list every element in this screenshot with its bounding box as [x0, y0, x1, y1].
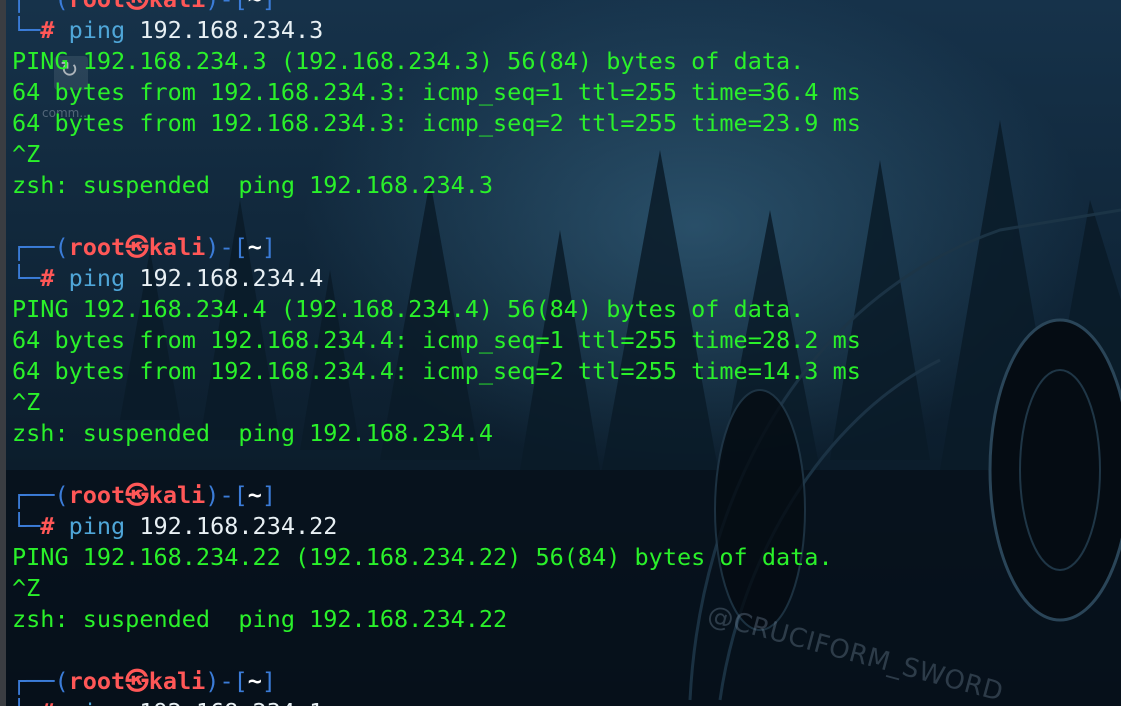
prompt-at-symbol: ㉿	[125, 233, 149, 261]
prompt-host: kali	[148, 233, 206, 261]
prompt-dir: ~	[248, 0, 262, 13]
prompt-user: root	[68, 233, 126, 261]
terminal-output[interactable]: ┌──(root㉿kali)-[~]└─# ping 192.168.234.3…	[12, 0, 1112, 706]
prompt-corner-top: ┌──	[12, 0, 54, 13]
prompt-header: ┌──(root㉿kali)-[~]	[12, 232, 1112, 263]
prompt-hash: #	[40, 16, 55, 44]
prompt-user: root	[69, 0, 126, 13]
prompt-dir: ~	[247, 481, 262, 509]
command-name: ping	[68, 16, 126, 44]
prompt-header: ┌──(root㉿kali)-[~]	[12, 480, 1112, 511]
command-target: 192.168.234.4	[139, 264, 324, 292]
prompt-host: kali	[149, 0, 206, 13]
command-name: ping	[68, 264, 126, 292]
prompt-open: (	[54, 233, 69, 261]
prompt-header: ┌──(root㉿kali)-[~]	[12, 666, 1112, 697]
prompt-at-symbol: ㉿	[125, 481, 149, 509]
prompt-host: kali	[148, 667, 206, 695]
output-line: 64 bytes from 192.168.234.3: icmp_seq=2 …	[12, 109, 861, 137]
output-line: PING 192.168.234.3 (192.168.234.3) 56(84…	[12, 47, 805, 75]
output-line: 64 bytes from 192.168.234.3: icmp_seq=1 …	[12, 78, 861, 106]
command-line: └─# ping 192.168.234.3	[12, 15, 1112, 46]
prompt-open: (	[54, 481, 69, 509]
prompt-at-symbol: ㉿	[125, 667, 149, 695]
command-line: └─# ping 192.168.234.1	[12, 697, 1112, 706]
prompt-hash: #	[40, 512, 55, 540]
output-line: PING 192.168.234.22 (192.168.234.22) 56(…	[12, 543, 833, 571]
prompt-hash: #	[40, 698, 54, 706]
prompt-open: (	[54, 667, 69, 695]
prompt-at-symbol: ㉿	[125, 0, 149, 13]
command-target: 192.168.234.3	[139, 16, 324, 44]
command-name: ping	[68, 512, 126, 540]
prompt-dir-open: )-[	[205, 0, 247, 13]
prompt-corner-top: ┌──	[12, 667, 55, 695]
prompt-open: (	[54, 0, 68, 13]
command-line: └─# ping 192.168.234.4	[12, 263, 1112, 294]
prompt-corner-bottom: └─	[12, 698, 40, 706]
prompt-hash: #	[40, 264, 55, 292]
output-line: ^Z	[12, 388, 41, 416]
prompt-corner-bottom: └─	[12, 512, 41, 540]
prompt-header: ┌──(root㉿kali)-[~]	[12, 0, 1112, 15]
command-target: 192.168.234.1	[139, 698, 323, 706]
prompt-dir-close: ]	[262, 0, 276, 13]
prompt-dir-open: )-[	[205, 481, 248, 509]
output-line: zsh: suspended ping 192.168.234.22	[12, 605, 508, 633]
command-line: └─# ping 192.168.234.22	[12, 511, 1112, 542]
prompt-dir-open: )-[	[205, 667, 248, 695]
prompt-user: root	[68, 667, 126, 695]
output-line: PING 192.168.234.4 (192.168.234.4) 56(84…	[12, 295, 805, 323]
prompt-host: kali	[148, 481, 206, 509]
prompt-corner-bottom: └─	[12, 16, 41, 44]
prompt-user: root	[68, 481, 126, 509]
output-line: ^Z	[12, 140, 41, 168]
prompt-dir-close: ]	[261, 481, 277, 509]
prompt-dir: ~	[247, 667, 262, 695]
output-line: 64 bytes from 192.168.234.4: icmp_seq=2 …	[12, 357, 861, 385]
prompt-corner-top: ┌──	[12, 481, 55, 509]
command-target: 192.168.234.22	[139, 512, 338, 540]
output-line: zsh: suspended ping 192.168.234.3	[12, 171, 494, 199]
output-line: zsh: suspended ping 192.168.234.4	[12, 419, 494, 447]
output-line: ^Z	[12, 574, 41, 602]
prompt-dir-close: ]	[261, 233, 277, 261]
prompt-dir-close: ]	[261, 667, 277, 695]
window-left-border	[0, 0, 6, 706]
prompt-corner-top: ┌──	[12, 233, 55, 261]
output-line: 64 bytes from 192.168.234.4: icmp_seq=1 …	[12, 326, 861, 354]
prompt-corner-bottom: └─	[12, 264, 41, 292]
prompt-dir: ~	[247, 233, 262, 261]
command-name: ping	[69, 698, 126, 706]
prompt-dir-open: )-[	[205, 233, 248, 261]
